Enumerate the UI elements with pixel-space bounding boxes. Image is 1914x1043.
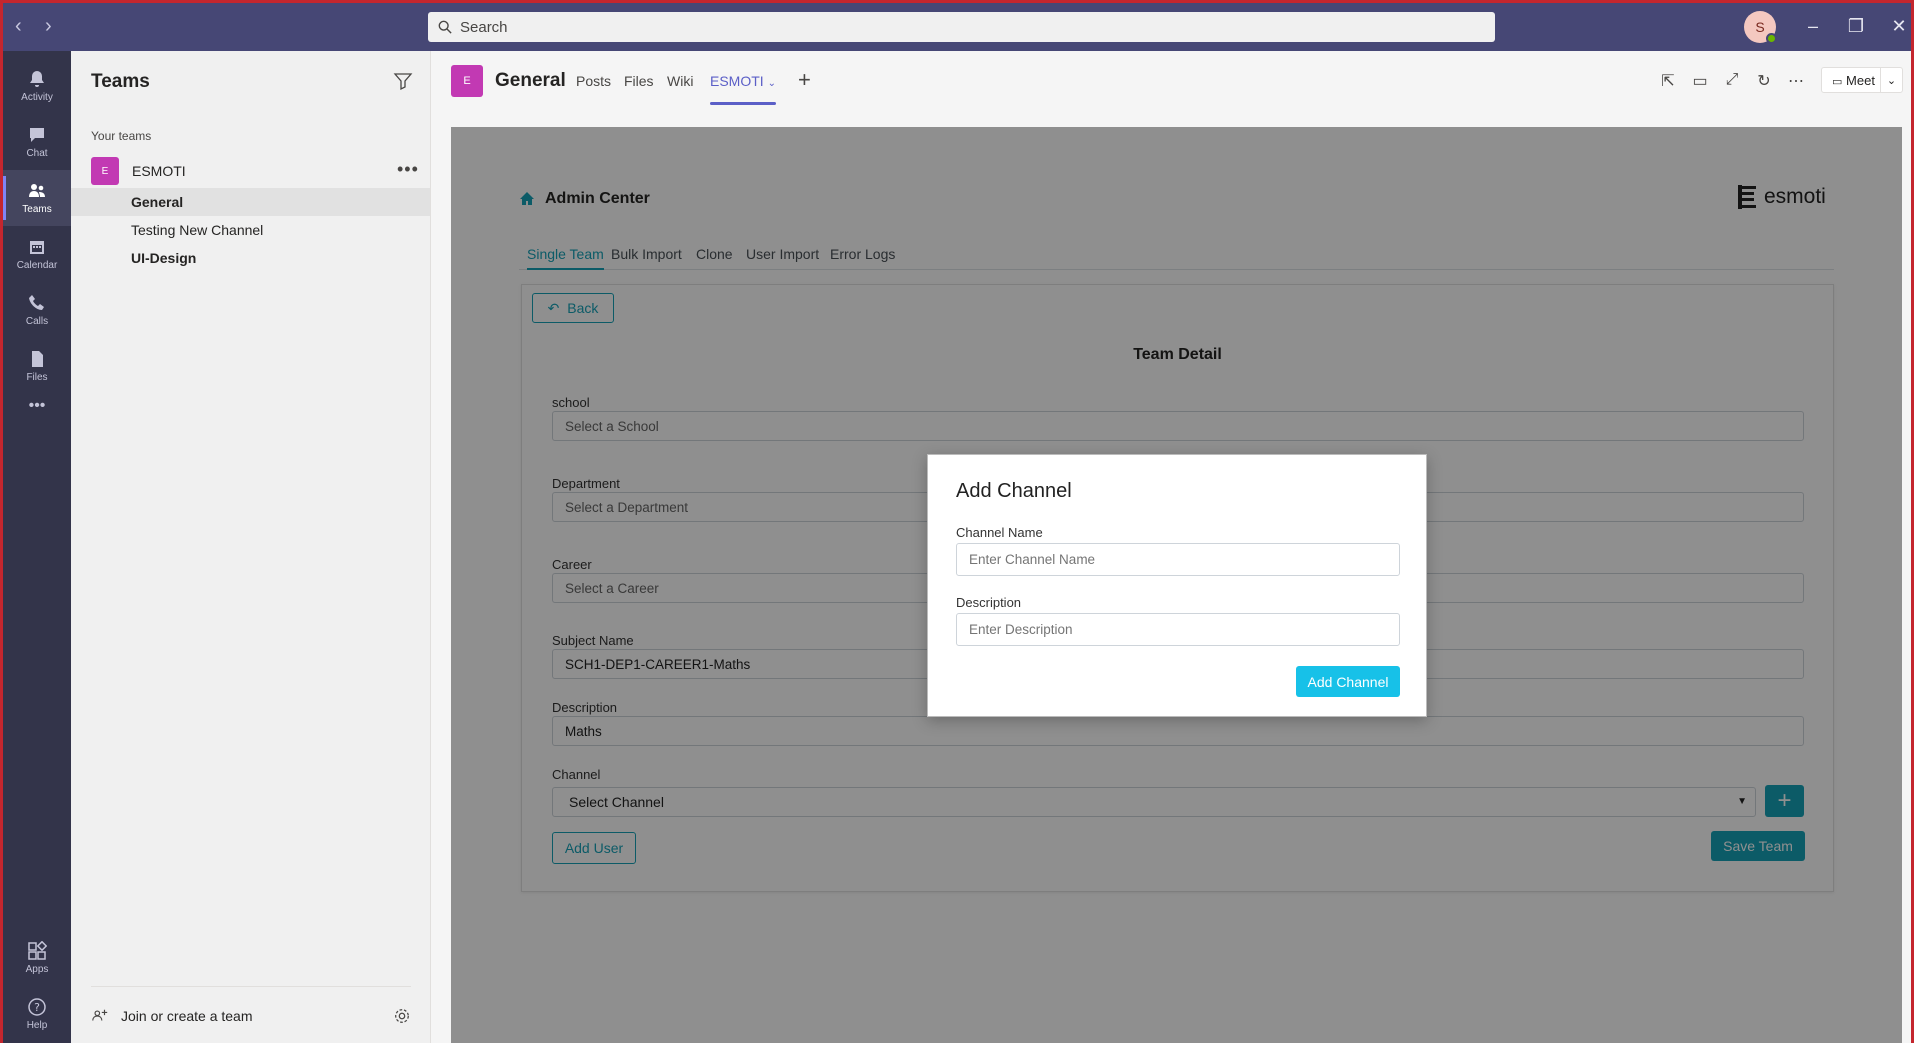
filter-icon[interactable] xyxy=(393,71,413,91)
gear-icon[interactable] xyxy=(393,1007,411,1025)
add-channel-modal: Add Channel Channel Name Enter Channel N… xyxy=(927,454,1427,717)
teams-icon xyxy=(29,184,45,197)
more-options-icon[interactable]: ⋯ xyxy=(1786,71,1806,91)
channel-item-ui-design[interactable]: UI-Design xyxy=(71,244,430,272)
channel-item-general[interactable]: General xyxy=(71,188,430,216)
bell-icon xyxy=(30,71,44,87)
tab-files[interactable]: Files xyxy=(624,73,654,89)
add-team-icon xyxy=(92,1009,108,1021)
meet-dropdown-chevron-icon[interactable]: ⌄ xyxy=(1880,68,1902,92)
join-create-team-button[interactable]: Join or create a team xyxy=(91,986,411,1025)
channel-title: General xyxy=(495,70,566,91)
more-icon: ••• xyxy=(28,397,46,414)
rail-item-help[interactable]: ? Help xyxy=(3,986,71,1042)
restore-button[interactable]: ❐ xyxy=(1843,15,1869,37)
channel-name-input[interactable]: Enter Channel Name xyxy=(956,543,1400,576)
rail-label: Chat xyxy=(26,148,48,159)
chat-icon xyxy=(30,128,44,142)
rail-label: Calendar xyxy=(16,260,58,271)
rail-item-calendar[interactable]: Calendar xyxy=(3,226,71,282)
team-more-options-icon[interactable]: ••• xyxy=(397,159,419,180)
rail-label: Help xyxy=(26,1020,48,1031)
tab-content: Admin Center esmoti Single Team Bulk Imp… xyxy=(451,127,1902,1043)
meet-button[interactable]: ▭ Meet ⌄ xyxy=(1821,67,1903,93)
conversation-icon[interactable]: ▭ xyxy=(1690,71,1710,91)
minimize-button[interactable]: – xyxy=(1800,15,1826,37)
join-label: Join or create a team xyxy=(121,1008,253,1024)
rail-label: Teams xyxy=(22,204,52,215)
app-rail: Activity Chat Teams Calendar Calls Files… xyxy=(3,51,71,1043)
popout-icon[interactable]: ⇱ xyxy=(1658,71,1678,91)
title-bar: ‹ › Search S – ❐ ✕ xyxy=(3,3,1911,51)
channel-label: Testing New Channel xyxy=(131,222,264,238)
phone-icon xyxy=(29,295,44,310)
rail-item-chat[interactable]: Chat xyxy=(3,114,71,170)
tab-esmoti[interactable]: ESMOTI ⌄ xyxy=(710,73,776,105)
rail-item-activity[interactable]: Activity xyxy=(3,58,71,114)
rail-item-calls[interactable]: Calls xyxy=(3,282,71,338)
teams-window: ‹ › Search S – ❐ ✕ Activity Chat Teams C… xyxy=(0,0,1914,1043)
add-channel-submit-button[interactable]: Add Channel xyxy=(1296,666,1400,697)
meet-label: Meet xyxy=(1846,72,1875,88)
modal-description-input[interactable]: Enter Description xyxy=(956,613,1400,646)
rail-label: Activity xyxy=(21,92,53,103)
rail-item-teams[interactable]: Teams xyxy=(3,170,71,226)
rail-label: Files xyxy=(26,372,48,383)
rail-label: Calls xyxy=(25,316,49,327)
team-name: ESMOTI xyxy=(132,163,186,179)
forward-arrow-icon[interactable]: › xyxy=(45,15,52,37)
tab-wiki[interactable]: Wiki xyxy=(667,73,693,89)
team-avatar: E xyxy=(91,157,119,185)
channel-label: General xyxy=(131,194,184,210)
chevron-down-icon: ⌄ xyxy=(767,78,776,89)
calendar-icon xyxy=(30,241,44,254)
search-placeholder: Search xyxy=(460,18,508,36)
file-icon xyxy=(32,351,43,367)
rail-item-apps[interactable]: Apps xyxy=(3,930,71,986)
panel-title: Teams xyxy=(91,71,150,92)
close-button[interactable]: ✕ xyxy=(1886,15,1911,37)
modal-description-label: Description xyxy=(956,595,1022,610)
channel-header: E General Posts Files Wiki ESMOTI ⌄ + ⇱ … xyxy=(431,51,1911,111)
section-label: Your teams xyxy=(91,129,152,143)
search-input[interactable]: Search xyxy=(428,12,1495,42)
channel-item-testing-new-channel[interactable]: Testing New Channel xyxy=(71,216,430,244)
video-icon: ▭ xyxy=(1832,75,1843,88)
tab-label: ESMOTI xyxy=(710,73,764,89)
back-arrow-icon[interactable]: ‹ xyxy=(15,15,22,37)
modal-title: Add Channel xyxy=(956,480,1072,502)
avatar-initial: S xyxy=(1755,19,1765,35)
user-avatar[interactable]: S xyxy=(1744,11,1777,44)
teams-list-panel: Teams Your teams E ESMOTI ••• General Te… xyxy=(71,51,431,1043)
channel-team-avatar: E xyxy=(451,65,483,97)
team-item-esmoti[interactable]: E ESMOTI ••• xyxy=(91,157,421,185)
tab-posts[interactable]: Posts xyxy=(576,73,611,89)
help-icon: ? xyxy=(28,998,46,1016)
rail-more-button[interactable]: ••• xyxy=(3,386,71,426)
apps-icon xyxy=(28,941,47,960)
presence-status-icon xyxy=(1766,33,1777,44)
channel-name-label: Channel Name xyxy=(956,525,1043,540)
refresh-icon[interactable]: ↻ xyxy=(1754,71,1774,91)
svg-text:?: ? xyxy=(34,1001,40,1014)
expand-icon[interactable]: ⤢ xyxy=(1722,71,1742,91)
rail-label: Apps xyxy=(25,964,49,975)
add-tab-button[interactable]: + xyxy=(798,67,811,93)
channel-label: UI-Design xyxy=(131,250,197,266)
search-icon xyxy=(438,20,452,34)
